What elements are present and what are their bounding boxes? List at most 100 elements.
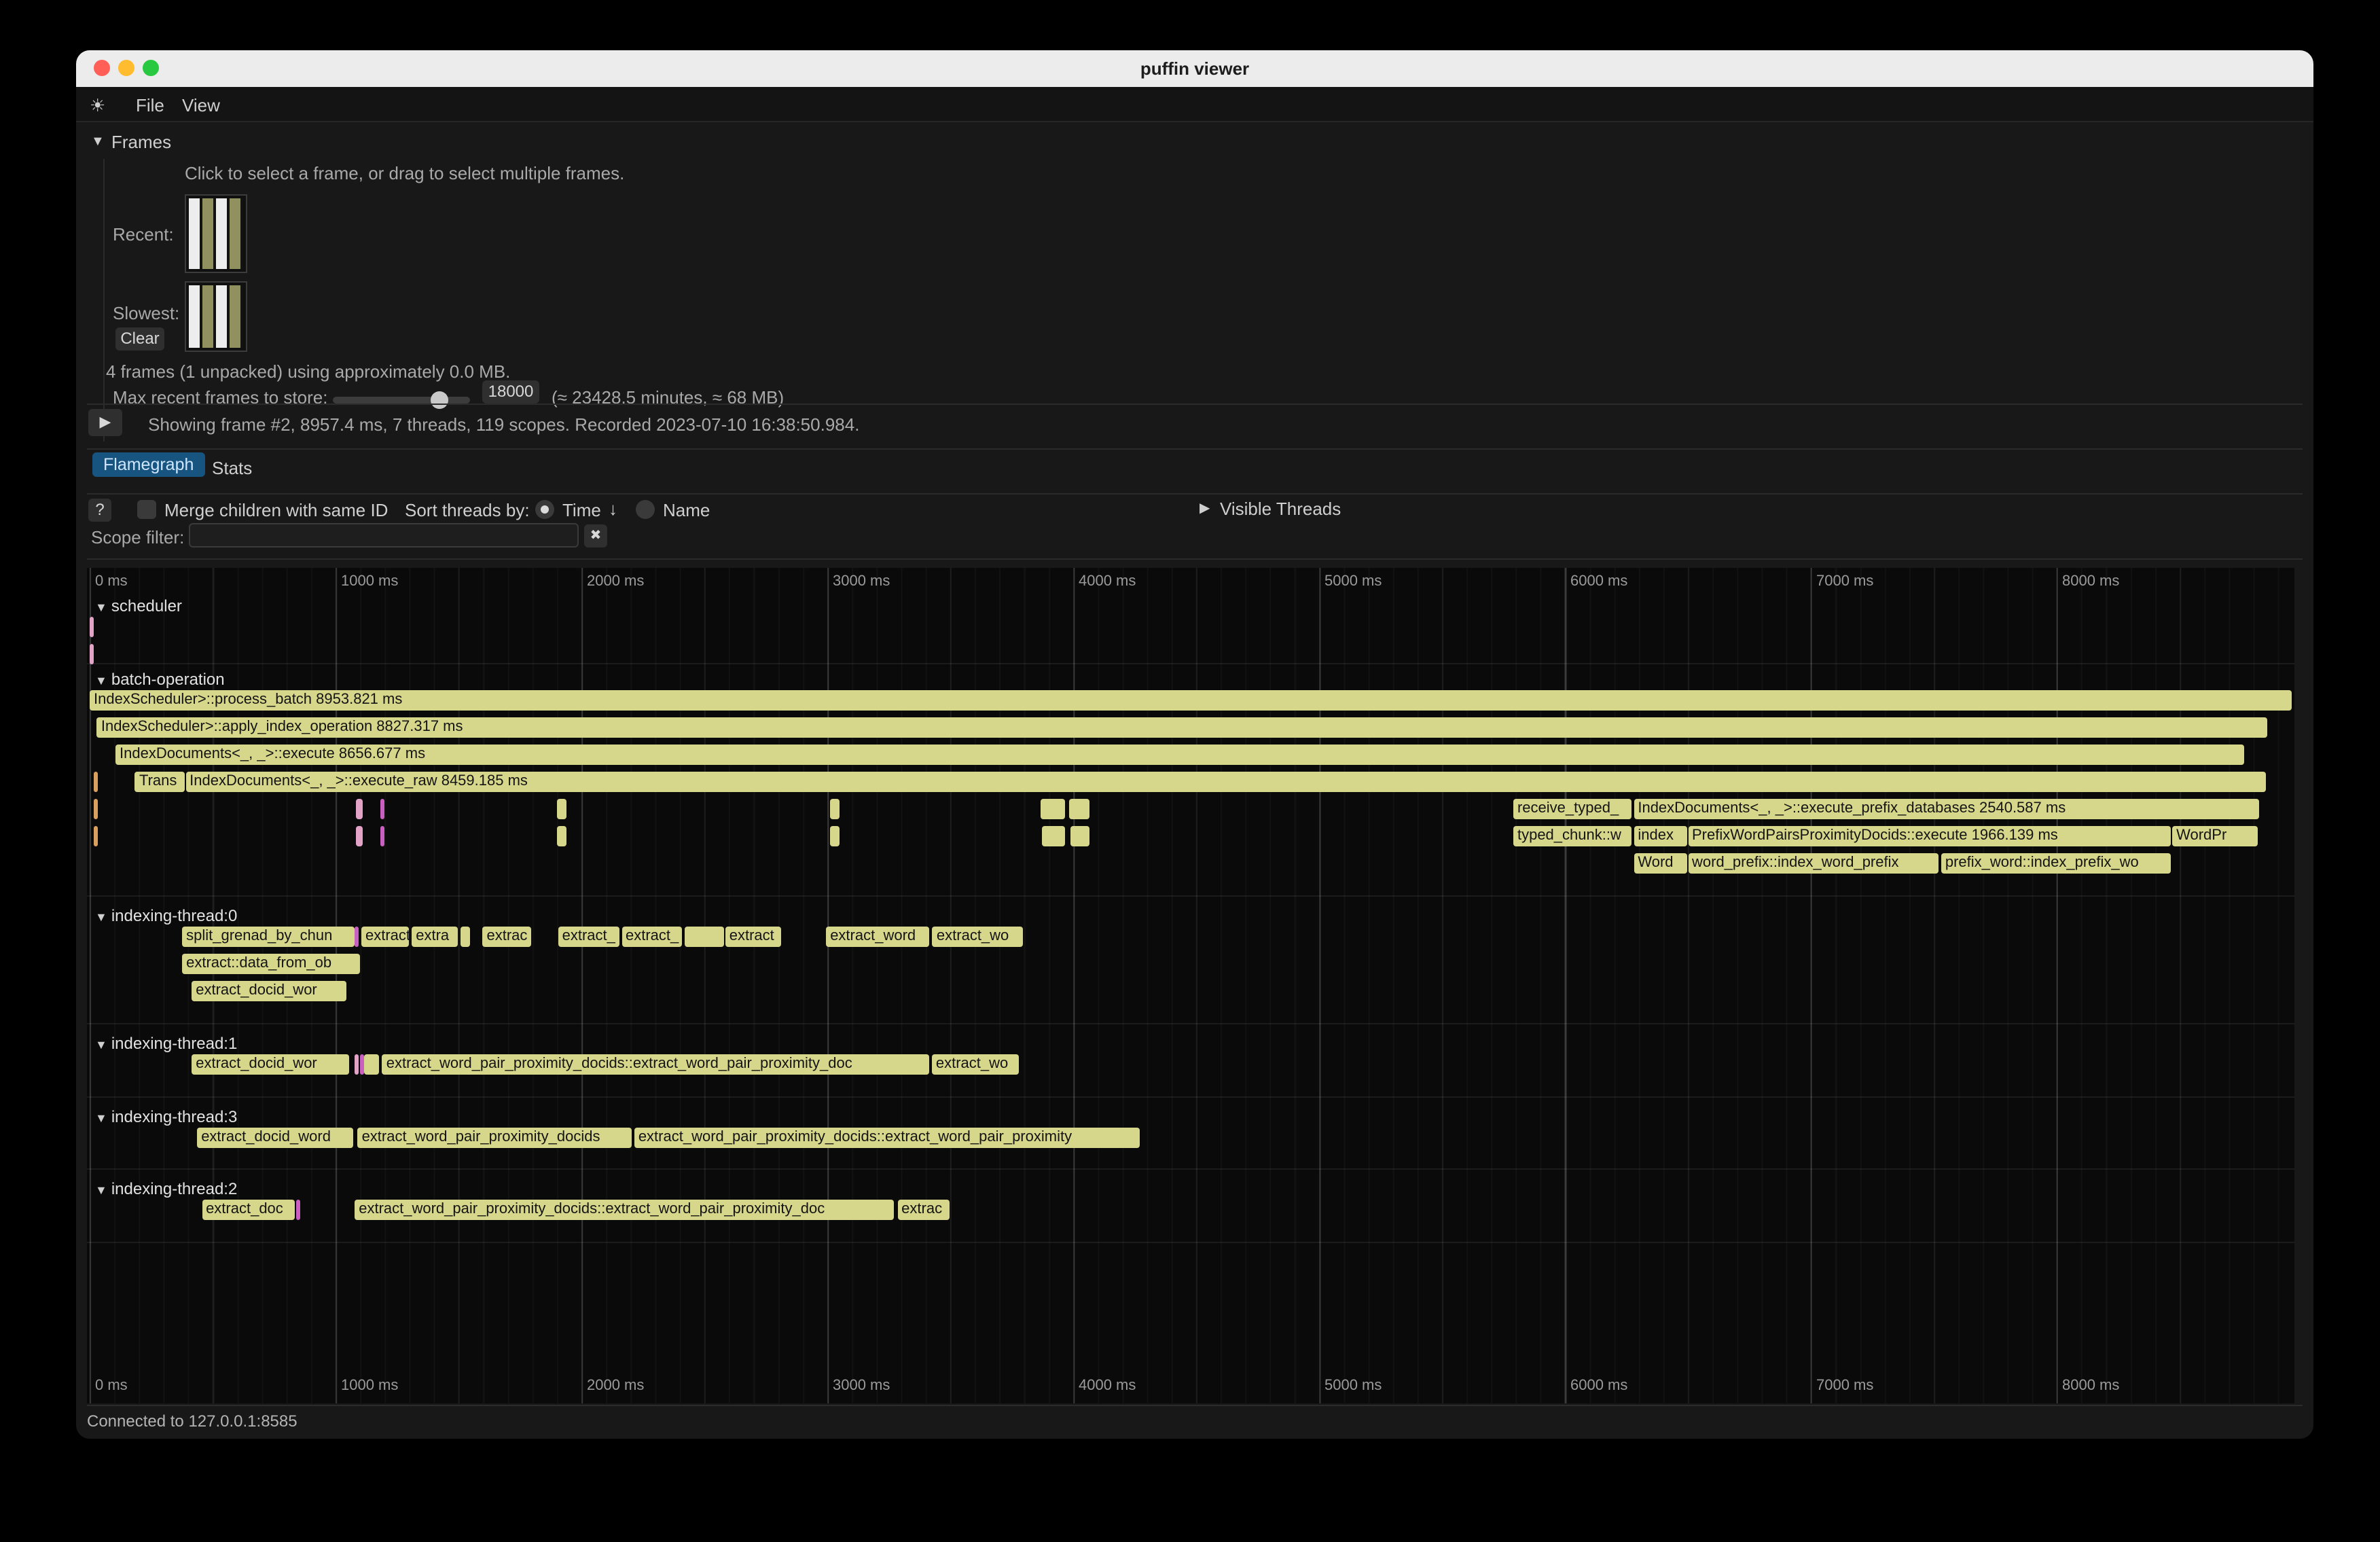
scope-filter-input[interactable] [189,523,579,548]
flame-scope-bar[interactable]: extract [361,927,410,947]
flame-scope-bar[interactable]: IndexDocuments<_, _>::execute_prefix_dat… [1634,799,2258,819]
time-tick-label: 6000 ms [1570,573,1627,590]
max-frames-slider-knob[interactable] [431,391,448,409]
flame-scope-bar[interactable]: extract_word_pair_proximity_docids::extr… [382,1054,929,1075]
flame-scope-bar[interactable]: extract_word_pair_proximity_docids [358,1128,632,1148]
flame-scope-bar[interactable]: extract_word_pair_proximity_docids::extr… [634,1128,1140,1148]
flame-scope-bar[interactable] [685,927,723,947]
thread-group-header[interactable]: ▼indexing-thread:0 [95,906,237,925]
sort-name-label[interactable]: Name [663,500,710,520]
clear-filter-button[interactable]: ✖ [584,524,607,548]
flame-scope-bar[interactable] [1070,826,1089,846]
flame-scope-bar[interactable] [359,1054,363,1075]
flame-scope-bar[interactable]: extract::data_from_ob [182,954,360,974]
thread-group-header[interactable]: ▼batch-operation [95,670,225,689]
max-frames-value[interactable]: 18000 [482,380,539,404]
max-frames-slider[interactable] [333,397,470,404]
flame-scope-bar[interactable]: IndexDocuments<_, _>::execute_raw 8459.1… [185,772,2265,792]
flame-scope-bar[interactable]: word_prefix::index_word_prefix [1688,853,1939,874]
flame-scope-bar[interactable] [830,799,840,819]
flame-scope-bar[interactable] [355,927,359,947]
menu-item-view[interactable]: View [182,95,220,115]
flame-scope-bar[interactable]: extract [725,927,782,947]
frames-header[interactable]: Frames [111,132,171,152]
frames-collapse-icon[interactable]: ▼ [91,135,105,149]
flame-scope-bar[interactable]: receive_typed_ [1513,799,1631,819]
flame-scope-bar[interactable] [830,826,840,846]
window-title: puffin viewer [76,58,2313,79]
time-tick-label: 2000 ms [587,573,644,590]
flame-scope-bar[interactable]: extract_docid_wor [192,1054,349,1075]
flame-scope-bar[interactable]: PrefixWordPairsProximityDocids::execute … [1688,826,2171,846]
flame-scope-bar[interactable]: extrac [482,927,531,947]
visible-threads-header[interactable]: Visible Threads [1220,499,1341,519]
flame-scope-bar[interactable]: Trans [135,772,184,792]
flame-scope-bar[interactable]: prefix_word::index_prefix_wo [1941,853,2171,874]
flame-scope-bar[interactable]: extract_doc [202,1200,295,1220]
slowest-frames-bars[interactable] [189,285,243,348]
clear-button[interactable]: Clear [115,327,164,351]
flame-scope-bar[interactable]: extra [412,927,458,947]
flame-scope-bar[interactable]: typed_chunk::w [1513,826,1631,846]
flame-scope-bar[interactable]: extract_wo [932,1054,1020,1075]
tab-flamegraph[interactable]: Flamegraph [92,452,204,477]
thread-group-header[interactable]: ▼scheduler [95,596,182,615]
flame-scope-bar[interactable] [557,826,566,846]
recent-frames-bars[interactable] [189,198,243,269]
flame-scope-bar[interactable] [90,644,94,664]
flame-scope-bar[interactable]: IndexScheduler>::apply_index_operation 8… [97,717,2267,738]
sort-time-label[interactable]: Time [562,500,601,520]
flame-scope-bar[interactable] [357,799,363,819]
flame-scope-bar[interactable] [461,927,470,947]
flame-scope-bar[interactable] [1070,799,1089,819]
flame-scope-bar[interactable]: WordPr [2172,826,2257,846]
flame-scope-bar[interactable]: IndexDocuments<_, _>::execute 8656.677 m… [115,745,2244,765]
flame-scope-bar[interactable] [1041,799,1064,819]
frame-info: Showing frame #2, 8957.4 ms, 7 threads, … [148,414,859,435]
recent-frames-thumbnail[interactable] [185,194,247,273]
flame-scope-bar[interactable]: IndexScheduler>::process_batch 8953.821 … [90,690,2291,711]
flame-scope-bar[interactable] [357,826,363,846]
visible-threads-collapse-icon[interactable]: ▶ [1200,501,1210,516]
flame-scope-bar[interactable] [557,799,566,819]
tab-stats[interactable]: Stats [212,458,252,478]
slowest-label: Slowest: [113,303,179,323]
flame-scope-bar[interactable] [93,772,98,792]
flame-scope-bar[interactable]: index [1634,826,1687,846]
flame-scope-bar[interactable] [380,826,384,846]
flame-scope-bar[interactable]: extract_docid_word [197,1128,353,1148]
thread-group-header[interactable]: ▼indexing-thread:2 [95,1179,237,1198]
sort-time-radio[interactable] [535,500,554,519]
flame-scope-bar[interactable]: extract_ [621,927,683,947]
flame-scope-bar[interactable]: extract_wo [933,927,1023,947]
sort-name-radio[interactable] [636,500,655,519]
help-button[interactable]: ? [88,499,111,522]
slowest-frames-thumbnail[interactable] [185,281,247,352]
flame-scope-bar[interactable] [364,1054,379,1075]
merge-children-checkbox[interactable] [137,500,156,519]
thread-group-header[interactable]: ▼indexing-thread:3 [95,1107,237,1126]
flame-scope-bar[interactable]: extract_word [826,927,929,947]
thread-group-header[interactable]: ▼indexing-thread:1 [95,1034,237,1053]
flame-scope-bar[interactable]: extrac [897,1200,950,1220]
theme-toggle-icon[interactable]: ☀ [90,95,105,117]
flame-scope-bar[interactable] [90,617,94,637]
flame-scope-bar[interactable]: extract_word_pair_proximity_docids::extr… [355,1200,895,1220]
flame-scope-bar[interactable] [93,826,97,846]
flame-scope-bar[interactable] [93,799,97,819]
sort-direction-icon[interactable]: ↓ [609,499,617,519]
flame-scope-bar[interactable]: extract_ [558,927,619,947]
flame-scope-bar[interactable] [380,799,384,819]
title-bar[interactable]: puffin viewer [76,50,2313,87]
flame-scope-bar[interactable] [355,1054,359,1075]
flame-scope-bar[interactable] [297,1200,301,1220]
collapse-triangle-icon: ▼ [95,910,107,924]
flame-scope-bar[interactable]: Word [1634,853,1687,874]
flamegraph-canvas[interactable]: 0 ms0 ms1000 ms1000 ms2000 ms2000 ms3000… [87,568,2294,1403]
flame-scope-bar[interactable]: split_grenad_by_chun [182,927,354,947]
separator [87,404,2303,405]
flame-scope-bar[interactable] [1043,826,1065,846]
play-button[interactable]: ▶ [88,409,122,436]
flame-scope-bar[interactable]: extract_docid_wor [192,981,346,1001]
menu-item-file[interactable]: File [136,95,164,115]
